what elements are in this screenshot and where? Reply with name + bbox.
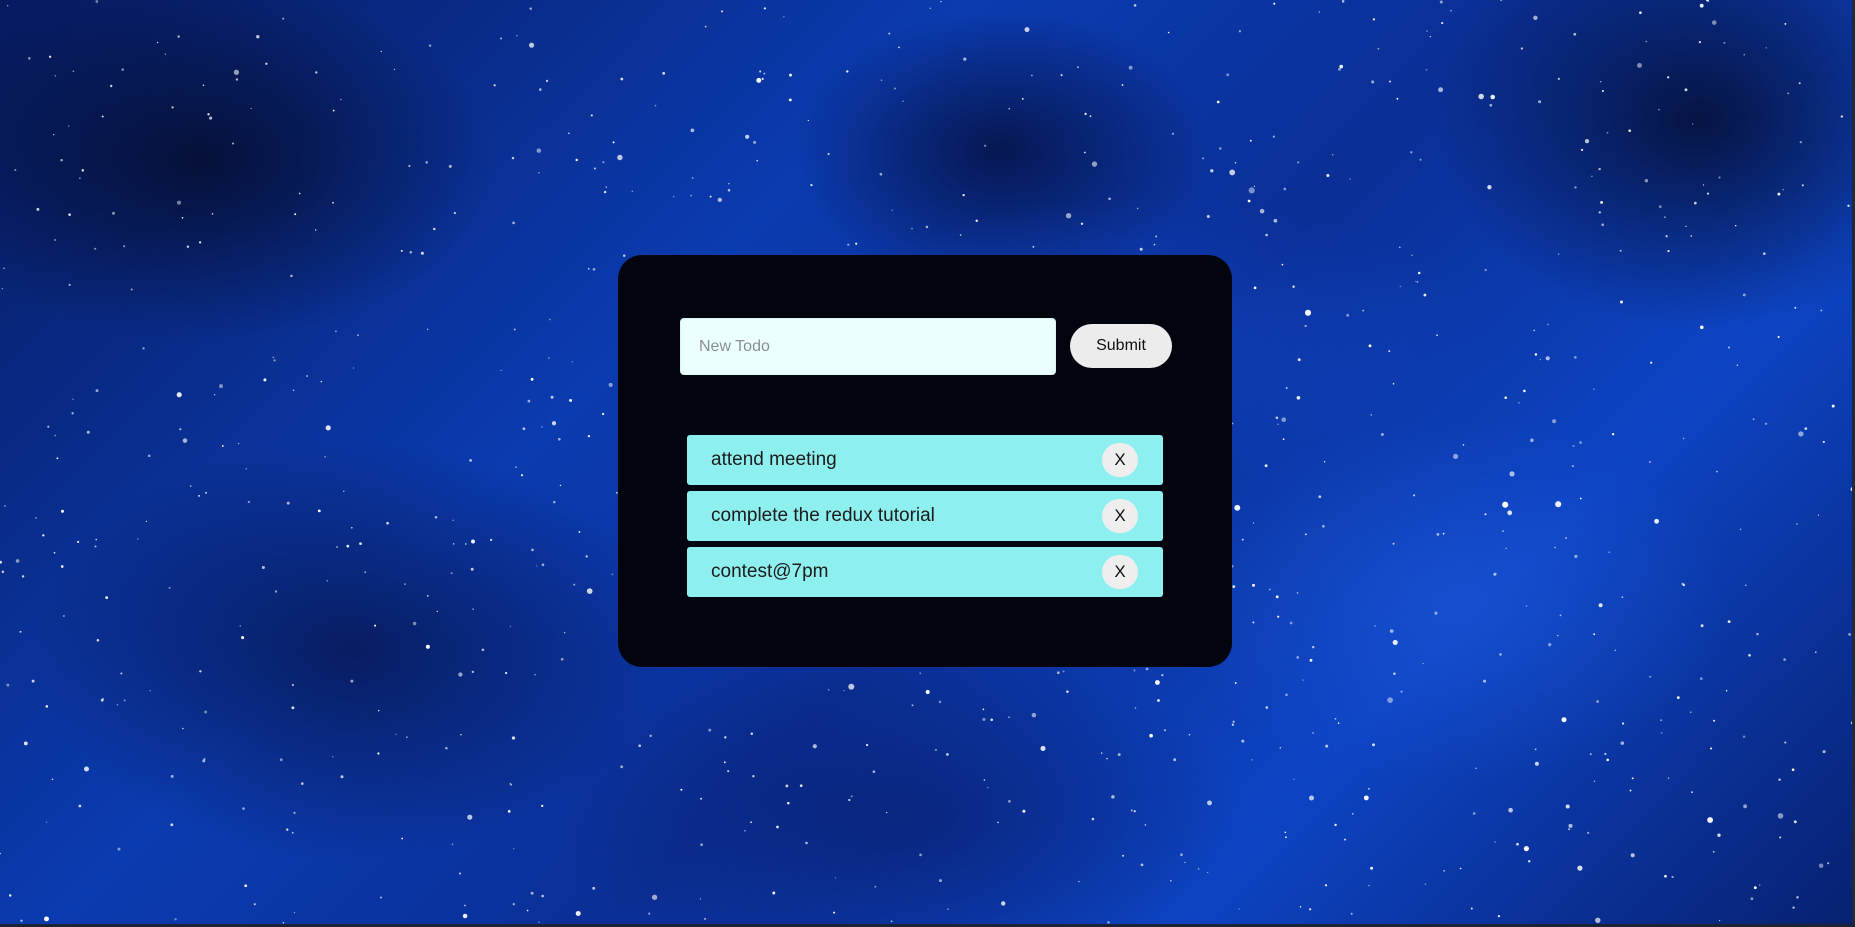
- submit-button[interactable]: Submit: [1070, 324, 1172, 368]
- todo-item: contest@7pm X: [687, 547, 1163, 597]
- todo-text: contest@7pm: [711, 561, 829, 582]
- todo-list: attend meeting X complete the redux tuto…: [687, 435, 1163, 603]
- todo-item: complete the redux tutorial X: [687, 491, 1163, 541]
- todo-card: Submit attend meeting X complete the red…: [618, 255, 1232, 667]
- new-todo-input[interactable]: [680, 318, 1056, 375]
- new-todo-form: Submit: [680, 318, 1172, 376]
- todo-text: complete the redux tutorial: [711, 505, 935, 526]
- delete-todo-button[interactable]: X: [1102, 443, 1138, 477]
- delete-todo-button[interactable]: X: [1102, 555, 1138, 589]
- todo-text: attend meeting: [711, 449, 837, 470]
- delete-todo-button[interactable]: X: [1102, 499, 1138, 533]
- todo-item: attend meeting X: [687, 435, 1163, 485]
